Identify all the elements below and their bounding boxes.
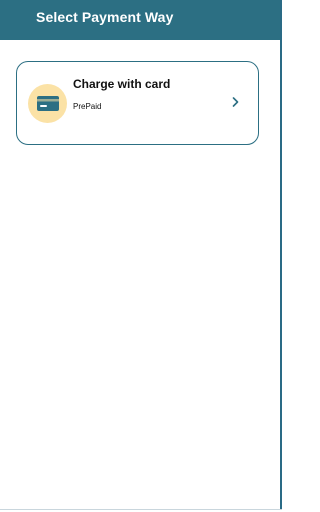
chevron-right-icon[interactable] (230, 96, 240, 108)
app-bar: Select Payment Way (0, 0, 282, 40)
payment-option-card[interactable]: Charge with card PrePaid (16, 61, 259, 145)
payment-option-title: Charge with card (73, 77, 171, 91)
payment-screen: Select Payment Way Charge with card PreP… (0, 0, 287, 512)
credit-card-icon (36, 96, 59, 111)
right-frame-border (280, 0, 282, 510)
page-title: Select Payment Way (36, 9, 174, 25)
bottom-frame-border (0, 509, 282, 510)
payment-option-subtitle: PrePaid (73, 102, 102, 111)
card-icon-badge (28, 84, 67, 123)
